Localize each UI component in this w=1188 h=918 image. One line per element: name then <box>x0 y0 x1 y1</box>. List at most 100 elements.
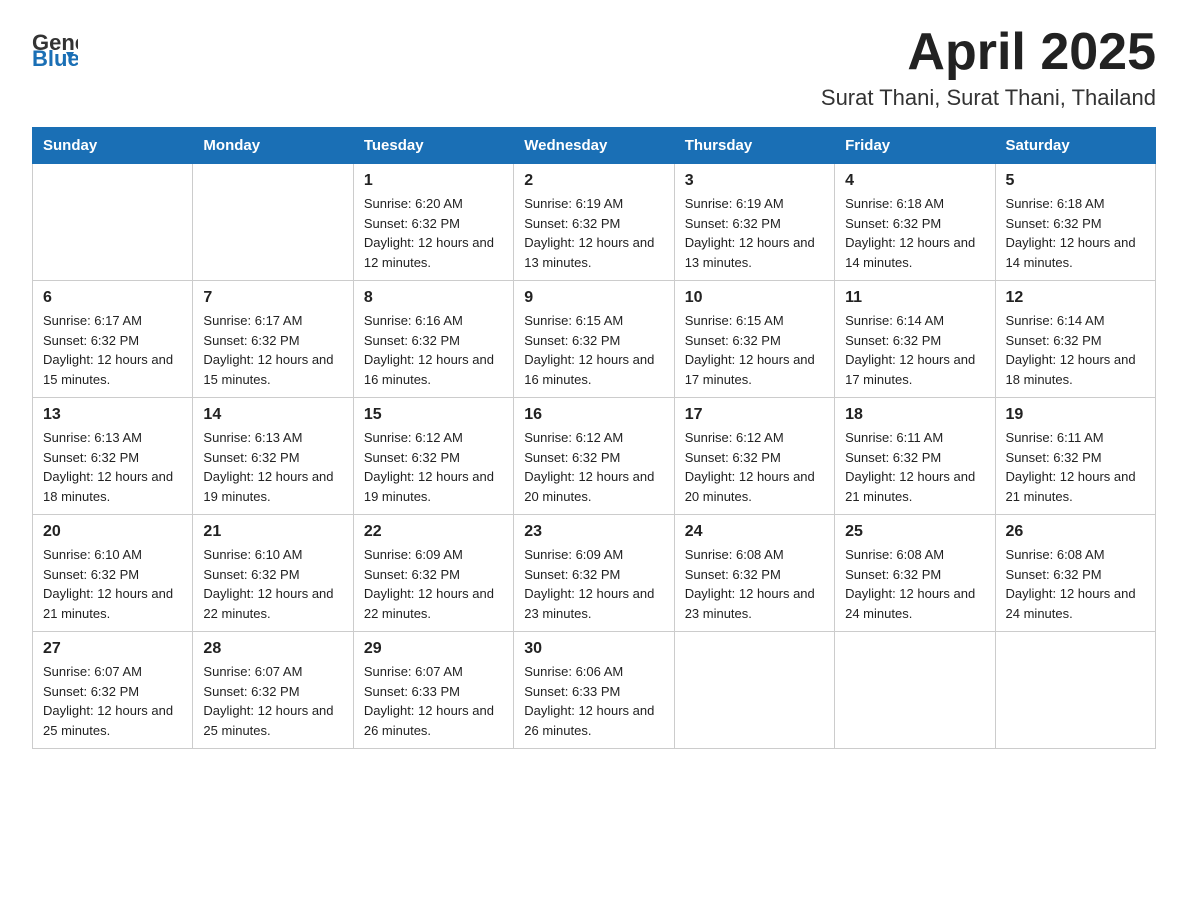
day-number: 4 <box>845 172 984 190</box>
calendar-week-row: 1 Sunrise: 6:20 AMSunset: 6:32 PMDaylight… <box>33 164 1156 281</box>
calendar-cell: 14 Sunrise: 6:13 AMSunset: 6:32 PMDayligh… <box>193 398 353 515</box>
calendar-cell: 16 Sunrise: 6:12 AMSunset: 6:32 PMDayligh… <box>514 398 674 515</box>
weekday-header-sunday: Sunday <box>33 128 193 164</box>
day-info: Sunrise: 6:12 AMSunset: 6:32 PMDaylight:… <box>524 428 663 506</box>
logo-icon: General Blue <box>32 24 78 68</box>
calendar-cell: 20 Sunrise: 6:10 AMSunset: 6:32 PMDayligh… <box>33 515 193 632</box>
calendar-cell: 24Sunrise: 6:08 AMSunset: 6:32 PMDayligh… <box>674 515 834 632</box>
day-number: 14 <box>203 406 342 424</box>
day-number: 17 <box>685 406 824 424</box>
day-info: Sunrise: 6:10 AMSunset: 6:32 PMDaylight:… <box>43 545 182 623</box>
day-info: Sunrise: 6:18 AMSunset: 6:32 PMDaylight:… <box>1006 194 1145 272</box>
month-title: April 2025 <box>821 24 1156 81</box>
weekday-header-thursday: Thursday <box>674 128 834 164</box>
day-info: Sunrise: 6:09 AMSunset: 6:32 PMDaylight:… <box>524 545 663 623</box>
calendar-cell: 23Sunrise: 6:09 AMSunset: 6:32 PMDayligh… <box>514 515 674 632</box>
day-info: Sunrise: 6:17 AMSunset: 6:32 PMDaylight:… <box>203 311 342 389</box>
calendar-cell: 10Sunrise: 6:15 AMSunset: 6:32 PMDayligh… <box>674 281 834 398</box>
calendar-cell: 19 Sunrise: 6:11 AMSunset: 6:32 PMDayligh… <box>995 398 1155 515</box>
day-number: 5 <box>1006 172 1145 190</box>
calendar-cell: 22 Sunrise: 6:09 AMSunset: 6:32 PMDayligh… <box>353 515 513 632</box>
calendar-week-row: 13 Sunrise: 6:13 AMSunset: 6:32 PMDayligh… <box>33 398 1156 515</box>
day-number: 19 <box>1006 406 1145 424</box>
calendar-cell: 12 Sunrise: 6:14 AMSunset: 6:32 PMDayligh… <box>995 281 1155 398</box>
day-info: Sunrise: 6:06 AMSunset: 6:33 PMDaylight:… <box>524 662 663 740</box>
day-number: 7 <box>203 289 342 307</box>
day-number: 2 <box>524 172 663 190</box>
day-info: Sunrise: 6:19 AMSunset: 6:32 PMDaylight:… <box>524 194 663 272</box>
day-number: 9 <box>524 289 663 307</box>
calendar-cell: 25 Sunrise: 6:08 AMSunset: 6:32 PMDayligh… <box>835 515 995 632</box>
calendar-cell: 7 Sunrise: 6:17 AMSunset: 6:32 PMDaylight… <box>193 281 353 398</box>
calendar-cell: 8 Sunrise: 6:16 AMSunset: 6:32 PMDaylight… <box>353 281 513 398</box>
day-number: 29 <box>364 640 503 658</box>
calendar-cell: 2 Sunrise: 6:19 AMSunset: 6:32 PMDaylight… <box>514 164 674 281</box>
weekday-header-row: SundayMondayTuesdayWednesdayThursdayFrid… <box>33 128 1156 164</box>
day-number: 30 <box>524 640 663 658</box>
day-info: Sunrise: 6:07 AMSunset: 6:32 PMDaylight:… <box>43 662 182 740</box>
day-info: Sunrise: 6:14 AMSunset: 6:32 PMDaylight:… <box>845 311 984 389</box>
logo: General Blue <box>32 24 82 68</box>
calendar-cell: 15 Sunrise: 6:12 AMSunset: 6:32 PMDayligh… <box>353 398 513 515</box>
weekday-header-monday: Monday <box>193 128 353 164</box>
calendar-cell: 11Sunrise: 6:14 AMSunset: 6:32 PMDayligh… <box>835 281 995 398</box>
day-number: 21 <box>203 523 342 541</box>
calendar-week-row: 6Sunrise: 6:17 AMSunset: 6:32 PMDaylight… <box>33 281 1156 398</box>
calendar-cell <box>835 632 995 749</box>
day-number: 20 <box>43 523 182 541</box>
day-number: 13 <box>43 406 182 424</box>
day-info: Sunrise: 6:08 AMSunset: 6:32 PMDaylight:… <box>845 545 984 623</box>
calendar-cell: 4 Sunrise: 6:18 AMSunset: 6:32 PMDaylight… <box>835 164 995 281</box>
day-number: 12 <box>1006 289 1145 307</box>
day-info: Sunrise: 6:20 AMSunset: 6:32 PMDaylight:… <box>364 194 503 272</box>
calendar-cell: 3 Sunrise: 6:19 AMSunset: 6:32 PMDaylight… <box>674 164 834 281</box>
day-info: Sunrise: 6:12 AMSunset: 6:32 PMDaylight:… <box>364 428 503 506</box>
weekday-header-friday: Friday <box>835 128 995 164</box>
calendar-cell: 1 Sunrise: 6:20 AMSunset: 6:32 PMDaylight… <box>353 164 513 281</box>
calendar-cell: 27Sunrise: 6:07 AMSunset: 6:32 PMDayligh… <box>33 632 193 749</box>
day-info: Sunrise: 6:18 AMSunset: 6:32 PMDaylight:… <box>845 194 984 272</box>
day-info: Sunrise: 6:07 AMSunset: 6:33 PMDaylight:… <box>364 662 503 740</box>
calendar-table: SundayMondayTuesdayWednesdayThursdayFrid… <box>32 127 1156 749</box>
day-info: Sunrise: 6:11 AMSunset: 6:32 PMDaylight:… <box>1006 428 1145 506</box>
day-number: 1 <box>364 172 503 190</box>
day-info: Sunrise: 6:09 AMSunset: 6:32 PMDaylight:… <box>364 545 503 623</box>
location-subtitle: Surat Thani, Surat Thani, Thailand <box>821 85 1156 111</box>
weekday-header-saturday: Saturday <box>995 128 1155 164</box>
calendar-cell: 9 Sunrise: 6:15 AMSunset: 6:32 PMDaylight… <box>514 281 674 398</box>
day-number: 3 <box>685 172 824 190</box>
day-info: Sunrise: 6:08 AMSunset: 6:32 PMDaylight:… <box>1006 545 1145 623</box>
calendar-cell: 17 Sunrise: 6:12 AMSunset: 6:32 PMDayligh… <box>674 398 834 515</box>
day-info: Sunrise: 6:12 AMSunset: 6:32 PMDaylight:… <box>685 428 824 506</box>
day-info: Sunrise: 6:19 AMSunset: 6:32 PMDaylight:… <box>685 194 824 272</box>
day-number: 22 <box>364 523 503 541</box>
calendar-cell <box>674 632 834 749</box>
day-info: Sunrise: 6:13 AMSunset: 6:32 PMDaylight:… <box>43 428 182 506</box>
day-number: 16 <box>524 406 663 424</box>
day-info: Sunrise: 6:15 AMSunset: 6:32 PMDaylight:… <box>524 311 663 389</box>
calendar-cell: 18Sunrise: 6:11 AMSunset: 6:32 PMDayligh… <box>835 398 995 515</box>
calendar-cell: 21 Sunrise: 6:10 AMSunset: 6:32 PMDayligh… <box>193 515 353 632</box>
day-number: 25 <box>845 523 984 541</box>
day-info: Sunrise: 6:16 AMSunset: 6:32 PMDaylight:… <box>364 311 503 389</box>
day-info: Sunrise: 6:15 AMSunset: 6:32 PMDaylight:… <box>685 311 824 389</box>
day-info: Sunrise: 6:14 AMSunset: 6:32 PMDaylight:… <box>1006 311 1145 389</box>
calendar-cell: 13 Sunrise: 6:13 AMSunset: 6:32 PMDayligh… <box>33 398 193 515</box>
calendar-cell: 29 Sunrise: 6:07 AMSunset: 6:33 PMDayligh… <box>353 632 513 749</box>
day-info: Sunrise: 6:10 AMSunset: 6:32 PMDaylight:… <box>203 545 342 623</box>
day-info: Sunrise: 6:17 AMSunset: 6:32 PMDaylight:… <box>43 311 182 389</box>
calendar-cell <box>995 632 1155 749</box>
title-area: April 2025 Surat Thani, Surat Thani, Tha… <box>821 24 1156 111</box>
svg-text:Blue: Blue <box>32 46 78 68</box>
day-info: Sunrise: 6:13 AMSunset: 6:32 PMDaylight:… <box>203 428 342 506</box>
calendar-cell: 6Sunrise: 6:17 AMSunset: 6:32 PMDaylight… <box>33 281 193 398</box>
day-number: 15 <box>364 406 503 424</box>
day-info: Sunrise: 6:07 AMSunset: 6:32 PMDaylight:… <box>203 662 342 740</box>
calendar-cell: 26 Sunrise: 6:08 AMSunset: 6:32 PMDayligh… <box>995 515 1155 632</box>
day-number: 8 <box>364 289 503 307</box>
calendar-cell <box>33 164 193 281</box>
weekday-header-tuesday: Tuesday <box>353 128 513 164</box>
day-number: 24 <box>685 523 824 541</box>
calendar-cell <box>193 164 353 281</box>
day-number: 26 <box>1006 523 1145 541</box>
